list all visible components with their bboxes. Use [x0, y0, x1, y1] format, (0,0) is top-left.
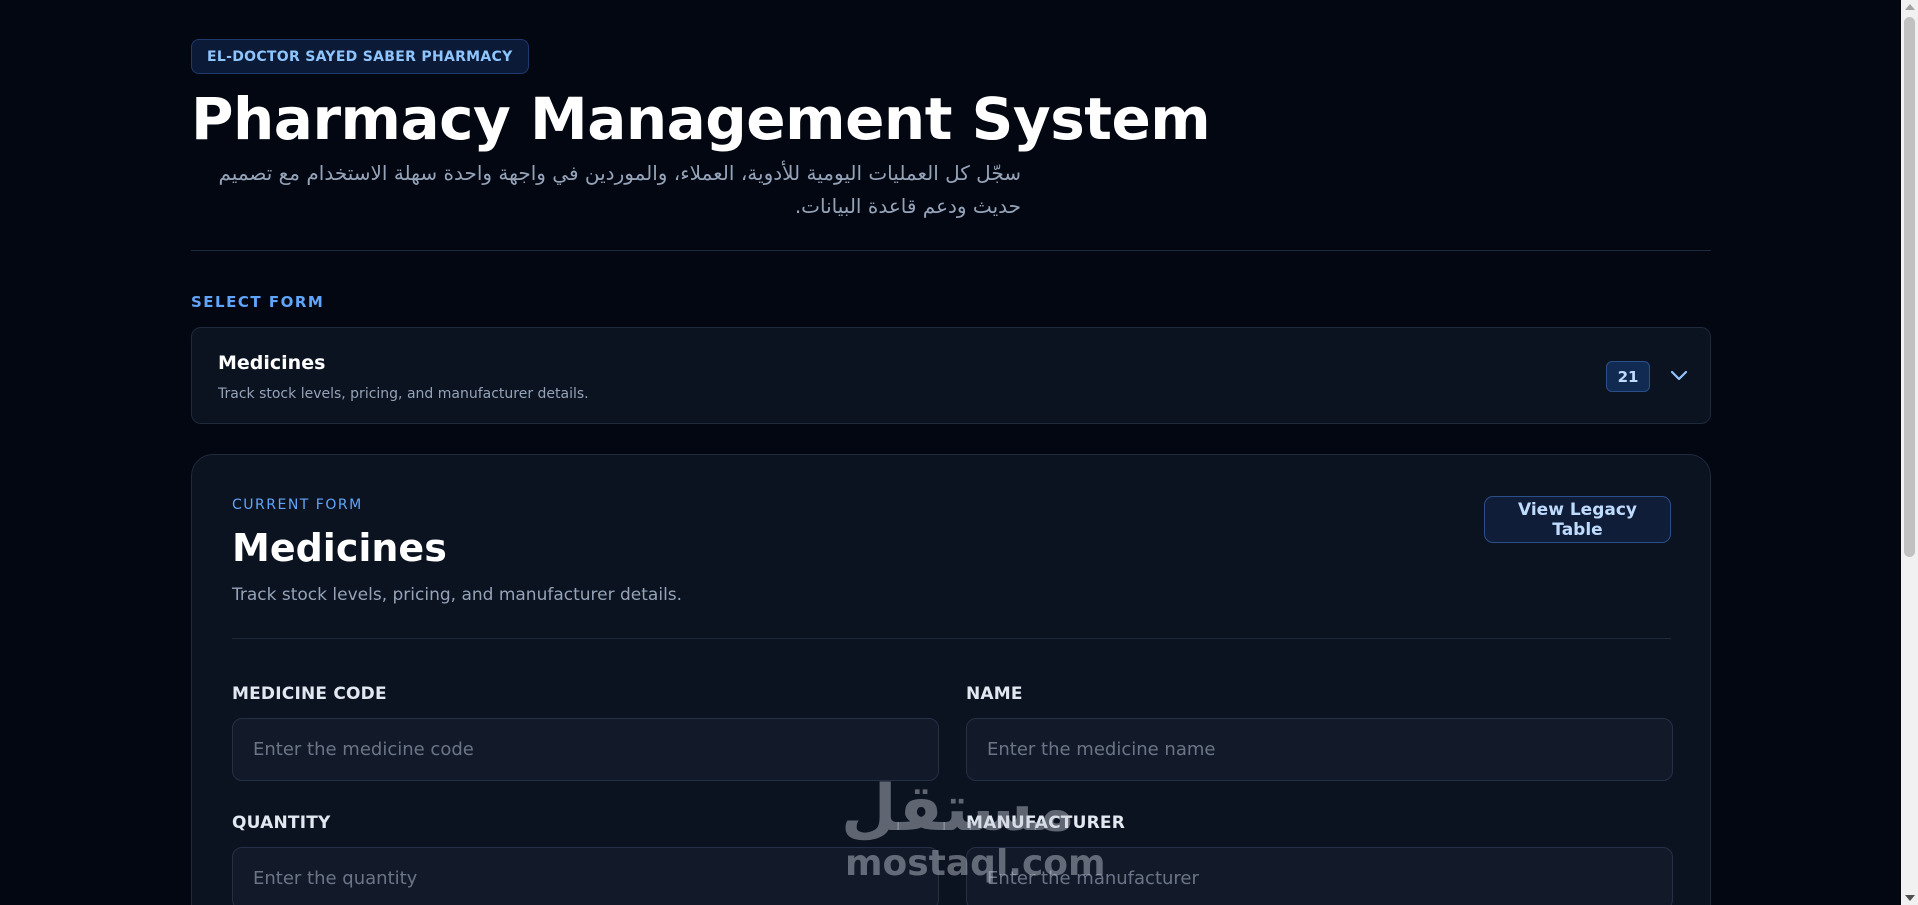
form-divider	[232, 638, 1671, 639]
form-selector-dropdown[interactable]: Medicines Track stock levels, pricing, a…	[191, 327, 1711, 424]
medicine-name-input[interactable]	[966, 718, 1673, 781]
page-title: Pharmacy Management System	[191, 85, 1211, 153]
selected-form-title: Medicines	[218, 352, 326, 374]
scrollbar-thumb[interactable]	[1904, 17, 1915, 557]
current-form-label: CURRENT FORM	[232, 497, 363, 513]
select-form-label: SELECT FORM	[191, 293, 325, 311]
current-form-title: Medicines	[232, 526, 447, 570]
current-form-description: Track stock levels, pricing, and manufac…	[232, 585, 683, 605]
page: EL-DOCTOR SAYED SABER PHARMACY Pharmacy …	[0, 0, 1918, 905]
medicine-code-label: MEDICINE CODE	[232, 684, 387, 704]
manufacturer-label: MANUFACTURER	[966, 813, 1125, 833]
current-form-card: CURRENT FORM Medicines Track stock level…	[191, 454, 1711, 905]
pharmacy-badge: EL-DOCTOR SAYED SABER PHARMACY	[191, 39, 529, 74]
vertical-scrollbar[interactable]	[1901, 0, 1918, 905]
name-label: NAME	[966, 684, 1023, 704]
selected-form-description: Track stock levels, pricing, and manufac…	[218, 386, 589, 402]
manufacturer-input[interactable]	[966, 847, 1673, 905]
page-subtitle: سجّل كل العمليات اليومية للأدوية، العملا…	[218, 161, 1021, 218]
medicine-code-input[interactable]	[232, 718, 939, 781]
chevron-down-icon[interactable]	[1667, 363, 1691, 387]
form-count-badge: 21	[1606, 361, 1650, 392]
quantity-input[interactable]	[232, 847, 939, 905]
quantity-label: QUANTITY	[232, 813, 331, 833]
scroll-down-arrow-icon[interactable]	[1905, 895, 1915, 901]
view-legacy-table-button[interactable]: View Legacy Table	[1484, 496, 1671, 543]
header-divider	[191, 250, 1711, 251]
scroll-up-arrow-icon[interactable]	[1905, 4, 1915, 10]
